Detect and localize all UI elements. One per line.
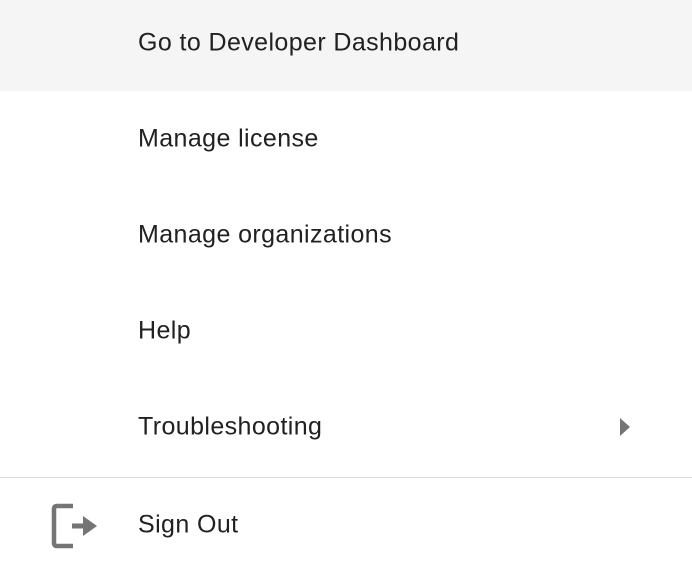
caret-right-icon bbox=[620, 418, 630, 436]
menu-item-label: Manage license bbox=[138, 124, 319, 153]
menu-item-developer-dashboard[interactable]: Go to Developer Dashboard bbox=[0, 0, 692, 91]
sign-out-label: Sign Out bbox=[138, 510, 239, 539]
menu-item-label: Go to Developer Dashboard bbox=[138, 28, 460, 57]
menu-item-manage-license[interactable]: Manage license bbox=[0, 91, 692, 187]
sign-out-button[interactable]: Sign Out bbox=[0, 478, 692, 570]
menu-item-troubleshooting[interactable]: Troubleshooting bbox=[0, 379, 692, 475]
menu-item-label: Help bbox=[138, 316, 192, 345]
menu-item-manage-organizations[interactable]: Manage organizations bbox=[0, 187, 692, 283]
menu-item-label: Manage organizations bbox=[138, 220, 392, 249]
menu-item-help[interactable]: Help bbox=[0, 283, 692, 379]
menu-item-label: Troubleshooting bbox=[138, 412, 323, 441]
sign-out-icon bbox=[51, 503, 97, 549]
account-menu: Go to Developer Dashboard Manage license… bbox=[0, 0, 692, 570]
